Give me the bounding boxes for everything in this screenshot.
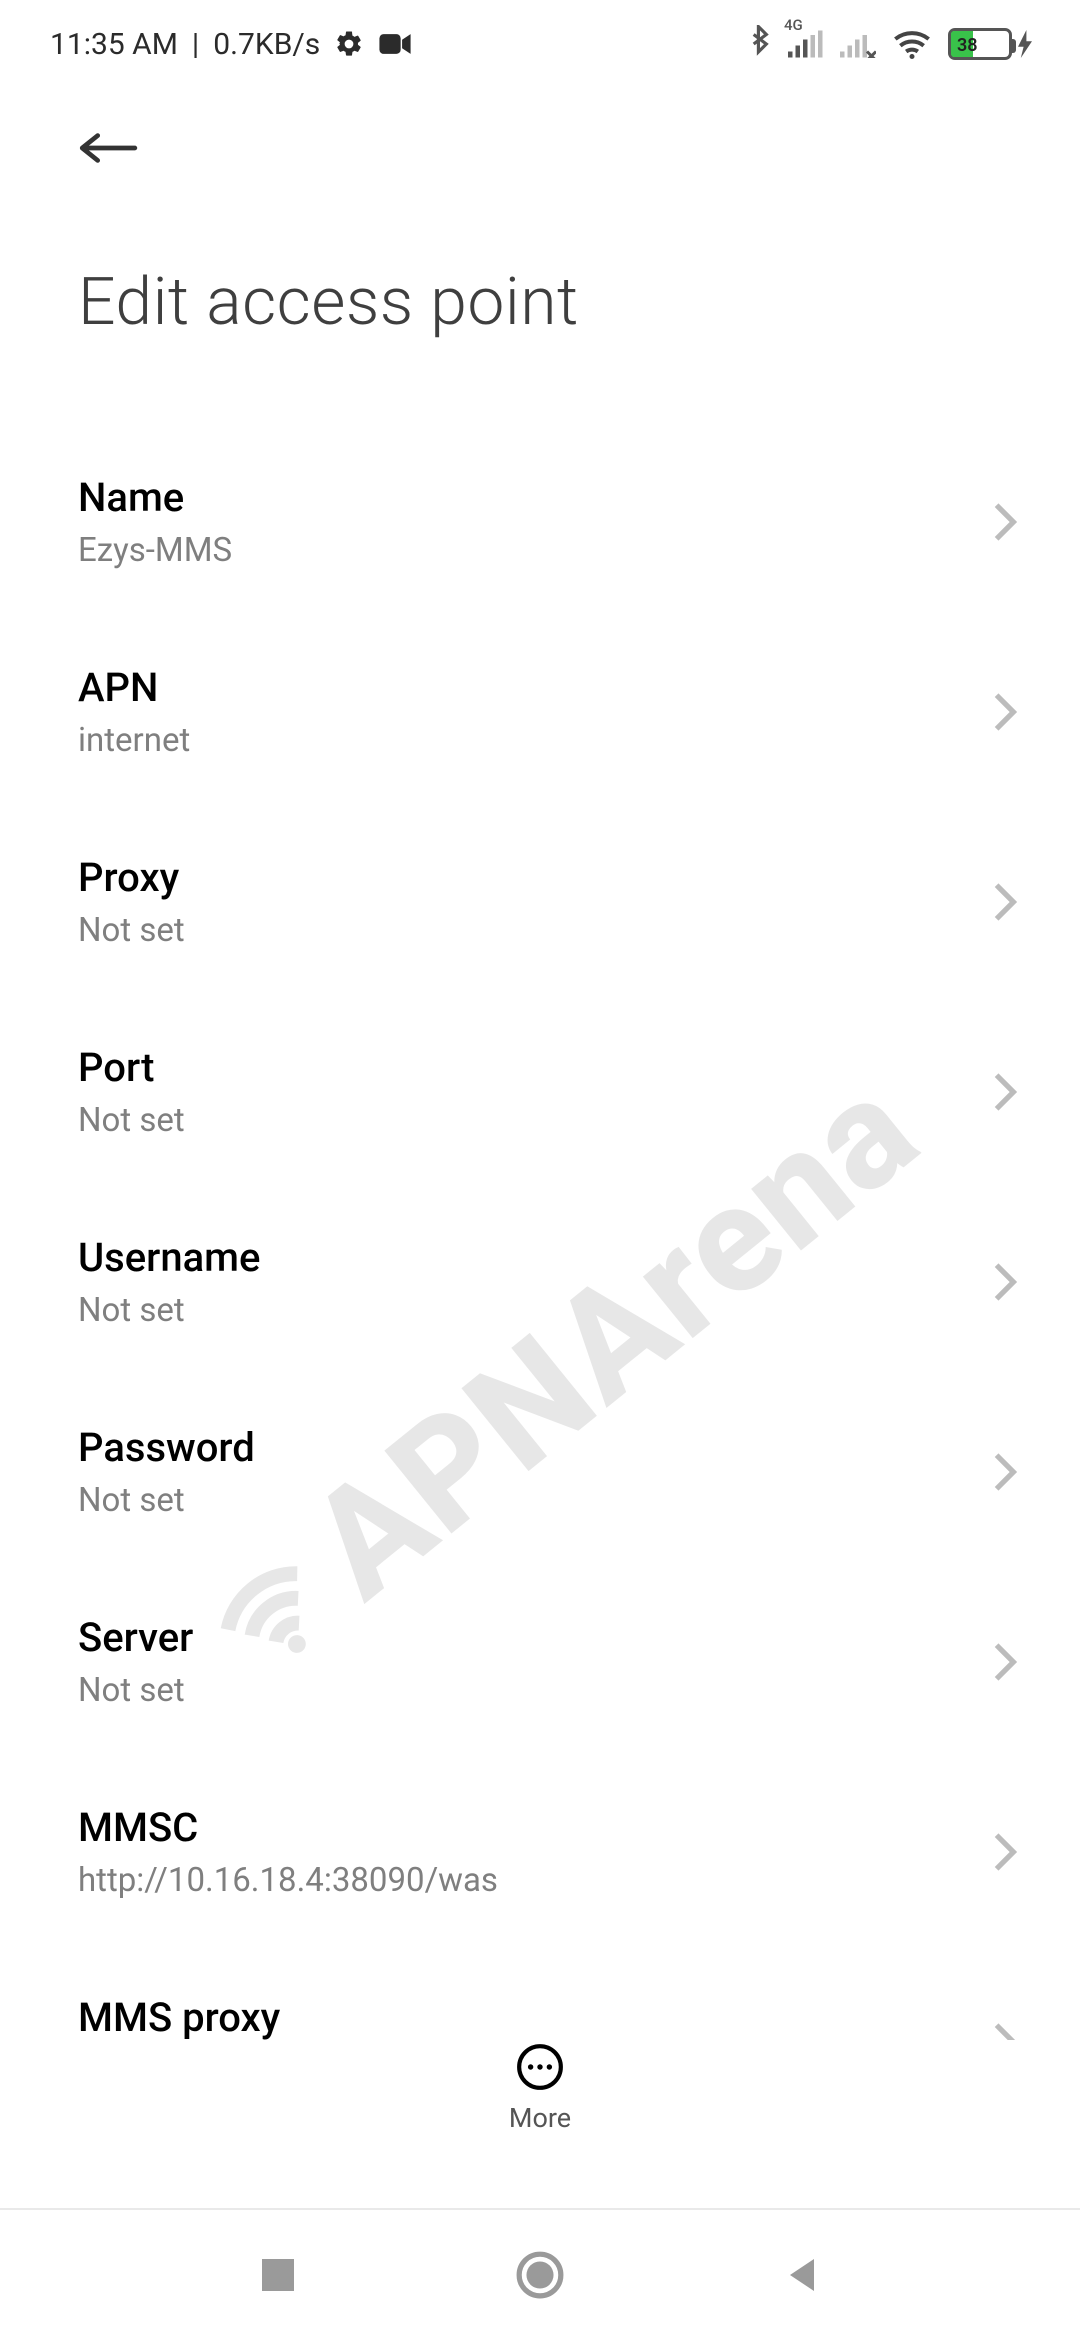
more-horizontal-icon: [515, 2042, 565, 2092]
chevron-right-icon: [992, 1261, 1018, 1303]
gear-icon: [334, 29, 364, 59]
chevron-right-icon: [992, 1641, 1018, 1683]
setting-row-apn[interactable]: APN internet: [78, 617, 1022, 807]
settings-list: Name Ezys-MMS APN internet Proxy Not set…: [0, 387, 1080, 2040]
setting-value: Not set: [78, 1101, 185, 1140]
status-left: 11:35 AM | 0.7KB/s: [50, 27, 412, 62]
chevron-right-icon: [992, 2021, 1018, 2040]
chevron-right-icon: [992, 1451, 1018, 1493]
cellular-signal-2-icon: [840, 30, 876, 58]
page-title: Edit access point: [0, 230, 1080, 387]
setting-row-proxy[interactable]: Proxy Not set: [78, 807, 1022, 997]
wifi-icon: [892, 29, 932, 59]
chevron-right-icon: [992, 1071, 1018, 1113]
setting-row-name[interactable]: Name Ezys-MMS: [78, 427, 1022, 617]
setting-row-mmsc[interactable]: MMSC http://10.16.18.4:38090/was: [78, 1757, 1022, 1947]
setting-value: internet: [78, 721, 190, 760]
app-bar: [0, 88, 1080, 208]
chevron-right-icon: [992, 881, 1018, 923]
setting-label: APN: [78, 664, 190, 711]
chevron-right-icon: [992, 501, 1018, 543]
setting-row-server[interactable]: Server Not set: [78, 1567, 1022, 1757]
battery-indicator: 38: [948, 28, 1032, 60]
setting-row-username[interactable]: Username Not set: [78, 1187, 1022, 1377]
status-bar: 11:35 AM | 0.7KB/s 4G 38: [0, 0, 1080, 88]
status-separator: |: [192, 27, 199, 62]
video-camera-icon: [378, 31, 412, 57]
setting-label: Username: [78, 1234, 260, 1281]
setting-row-password[interactable]: Password Not set: [78, 1377, 1022, 1567]
setting-label: Name: [78, 474, 232, 521]
nav-recent-icon[interactable]: [258, 2255, 298, 2295]
more-button[interactable]: More: [0, 2042, 1080, 2134]
chevron-right-icon: [992, 1831, 1018, 1873]
network-type-badge: 4G: [784, 16, 803, 34]
setting-row-mms-proxy[interactable]: MMS proxy 10.16.18.77: [78, 1947, 1022, 2040]
setting-label: Server: [78, 1614, 193, 1661]
setting-label: Password: [78, 1424, 255, 1471]
setting-label: MMS proxy: [78, 1994, 280, 2040]
system-nav-bar: [0, 2208, 1080, 2340]
status-right: 4G 38: [748, 25, 1032, 63]
setting-label: Proxy: [78, 854, 185, 901]
setting-label: MMSC: [78, 1804, 498, 1851]
nav-back-icon[interactable]: [782, 2255, 822, 2295]
bluetooth-icon: [748, 25, 772, 63]
setting-label: Port: [78, 1044, 185, 1091]
setting-row-port[interactable]: Port Not set: [78, 997, 1022, 1187]
setting-value: Not set: [78, 1291, 260, 1330]
status-time: 11:35 AM: [50, 27, 178, 62]
setting-value: Not set: [78, 1671, 193, 1710]
charging-bolt-icon: [1018, 29, 1032, 59]
nav-home-icon[interactable]: [515, 2250, 565, 2300]
setting-value: Ezys-MMS: [78, 531, 232, 570]
setting-value: Not set: [78, 911, 185, 950]
setting-value: Not set: [78, 1481, 255, 1520]
setting-value: http://10.16.18.4:38090/was: [78, 1861, 498, 1900]
chevron-right-icon: [992, 691, 1018, 733]
back-arrow-icon[interactable]: [76, 127, 138, 169]
more-label: More: [509, 2102, 571, 2134]
status-data-rate: 0.7KB/s: [213, 27, 320, 62]
cellular-signal-1-icon: 4G: [788, 30, 824, 58]
